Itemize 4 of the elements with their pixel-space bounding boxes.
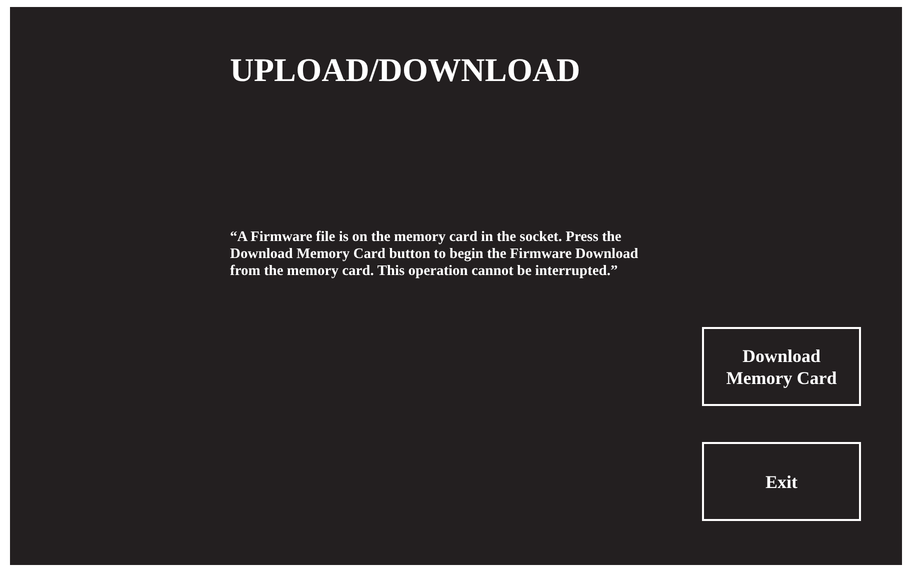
screen-title: UPLOAD/DOWNLOAD bbox=[230, 52, 580, 91]
download-memory-card-button[interactable]: Download Memory Card bbox=[702, 327, 861, 406]
message-text: “A Firmware file is on the memory card in the socket. Press the Download Memory Card button to begin the Firmware Download from the memory card. This operation cannot be interrupted.” bbox=[230, 229, 640, 280]
exit-button[interactable]: Exit bbox=[702, 442, 861, 521]
